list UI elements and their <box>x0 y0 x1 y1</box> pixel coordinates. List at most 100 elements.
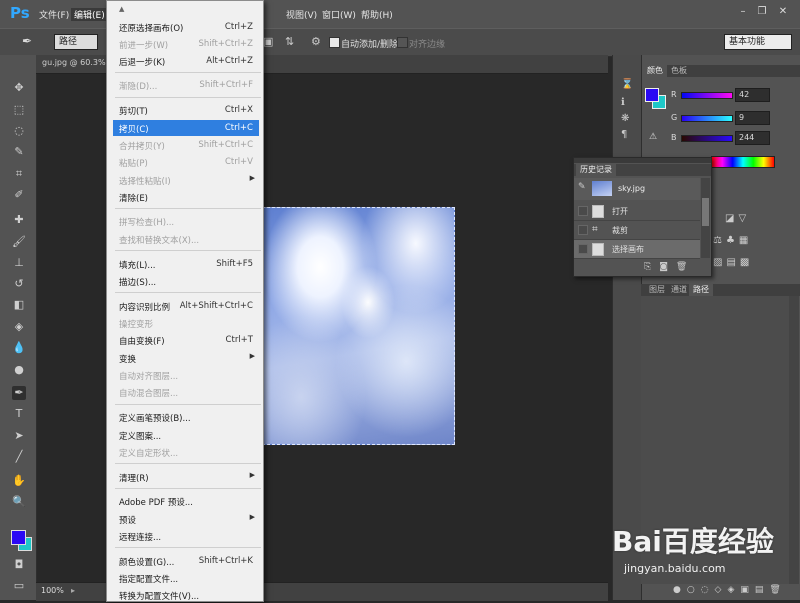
history-step-checkbox[interactable] <box>578 206 588 216</box>
path-ops-icon[interactable]: ▣ <box>263 35 273 48</box>
menu-item-puppet-warp: 操控变形 <box>119 320 154 330</box>
tab-history[interactable]: 历史记录 <box>576 164 616 176</box>
path-arrange-icon[interactable]: ⇅ <box>285 35 294 48</box>
eyedropper-tool-icon[interactable]: ✐ <box>12 188 26 202</box>
history-step-current[interactable]: 选择画布 <box>574 240 700 259</box>
status-arrow-icon[interactable]: ▸ <box>71 586 75 595</box>
history-brush-source-icon[interactable]: ✎ <box>578 182 586 192</box>
menu-scroll-up-icon[interactable]: ▲ <box>119 5 124 13</box>
menu-item-fill[interactable]: 填充(L)... Shift+F5 <box>113 256 259 272</box>
menu-file[interactable]: 文件(F) <box>36 8 72 21</box>
gamut-warning-icon[interactable]: ⚠ <box>649 132 657 142</box>
menu-item-convert-profile[interactable]: 转换为配置文件(V)... <box>113 587 259 603</box>
r-value[interactable]: 42 <box>735 88 770 102</box>
crop-tool-icon[interactable]: ⌗ <box>12 167 26 181</box>
menu-edit[interactable]: 编辑(E) <box>71 8 108 21</box>
menu-separator <box>115 547 261 548</box>
tab-paths[interactable]: 路径 <box>689 284 713 296</box>
healing-tool-icon[interactable]: ✚ <box>12 213 26 227</box>
history-step[interactable]: ⌗ 裁剪 <box>574 221 700 240</box>
menu-item-clear[interactable]: 清除(E) <box>113 189 259 205</box>
history-snapshot-row[interactable]: ✎ sky.jpg <box>574 178 700 200</box>
workspace-select[interactable]: 基本功能 <box>724 34 792 50</box>
history-scrollbar[interactable] <box>701 178 710 258</box>
minimize-icon[interactable]: – <box>736 6 750 18</box>
gear-icon[interactable]: ⚙ <box>311 35 321 48</box>
menu-item-define-pattern[interactable]: 定义图案... <box>113 427 259 443</box>
quick-select-tool-icon[interactable]: ✎ <box>12 145 26 159</box>
tab-channels[interactable]: 通道 <box>667 284 691 296</box>
pen-tool-icon[interactable]: ✒ <box>22 34 32 48</box>
screen-mode-icon[interactable]: ▭ <box>12 579 26 593</box>
menu-item-copy[interactable]: 拷贝(C) Ctrl+C <box>113 120 259 136</box>
dodge-tool-icon[interactable]: ● <box>12 363 26 377</box>
align-edges-checkbox[interactable] <box>397 37 408 48</box>
menu-item-stroke[interactable]: 描边(S)... <box>113 273 259 289</box>
info-panel-icon[interactable]: ℹ <box>621 97 625 108</box>
brush-tool-icon[interactable]: 🖌 <box>12 235 26 249</box>
history-step-checkbox[interactable] <box>578 244 588 254</box>
path-select-icon[interactable]: ➤ <box>12 429 26 443</box>
marquee-tool-icon[interactable]: ⬚ <box>12 103 26 117</box>
menu-item-color-settings[interactable]: 颜色设置(G)... Shift+Ctrl+K <box>113 553 259 569</box>
hand-tool-icon[interactable]: ✋ <box>12 474 26 488</box>
lasso-tool-icon[interactable]: ◌ <box>12 124 26 138</box>
menu-item-transform[interactable]: 变换 ▶ <box>113 350 259 366</box>
menu-help[interactable]: 帮助(H) <box>358 8 396 21</box>
adjustments-row-2[interactable]: ⚖♣▦ <box>713 235 752 246</box>
color-panel-foreground[interactable] <box>645 88 659 102</box>
history-step[interactable]: 打开 <box>574 202 700 221</box>
menu-view[interactable]: 视图(V) <box>283 8 320 21</box>
history-panel-tabbar: 历史记录 <box>574 164 711 176</box>
g-value[interactable]: 9 <box>735 111 770 125</box>
line-tool-icon[interactable]: ╱ <box>12 450 26 464</box>
history-panel-grip[interactable] <box>574 158 711 163</box>
history-scroll-thumb[interactable] <box>702 198 709 226</box>
menu-window[interactable]: 窗口(W) <box>319 8 359 21</box>
tab-swatches[interactable]: 色板 <box>667 65 691 77</box>
b-slider[interactable] <box>681 135 733 142</box>
history-step-checkbox[interactable] <box>578 225 588 235</box>
adjustments-row-3[interactable]: ▨▤▩ <box>713 257 753 268</box>
menu-item-assign-profile[interactable]: 指定配置文件... <box>113 570 259 586</box>
stamp-tool-icon[interactable]: ⊥ <box>12 256 26 270</box>
tab-layers[interactable]: 图层 <box>645 284 669 296</box>
r-slider[interactable] <box>681 92 733 99</box>
b-value[interactable]: 244 <box>735 131 770 145</box>
color-spectrum-ramp[interactable] <box>711 156 775 168</box>
move-tool-icon[interactable]: ✥ <box>12 81 26 95</box>
paragraph-panel-icon[interactable]: ¶ <box>621 129 627 140</box>
path-mode-select[interactable]: 路径 <box>54 34 98 50</box>
menu-item-cut[interactable]: 剪切(T) Ctrl+X <box>113 102 259 118</box>
menu-item-free-transform[interactable]: 自由变换(F) Ctrl+T <box>113 332 259 348</box>
document-canvas-sky-image[interactable] <box>262 207 455 445</box>
menu-item-remote-connections[interactable]: 远程连接... <box>113 528 259 544</box>
type-tool-icon[interactable]: T <box>12 407 26 421</box>
tab-color[interactable]: 颜色 <box>643 65 667 77</box>
watermark-url: jingyan.baidu.com <box>624 562 726 575</box>
adjustments-row-1[interactable]: ◪▽ <box>725 213 750 224</box>
history-footer-icons[interactable]: ⎘◙🗑 <box>644 262 695 272</box>
menu-item-step-backward[interactable]: 后退一步(K) Alt+Ctrl+Z <box>113 53 259 69</box>
brush-panel-icon[interactable]: ❋ <box>621 113 629 124</box>
menu-item-undo[interactable]: 还原选择画布(O) Ctrl+Z <box>113 19 259 35</box>
menu-item-pdf-presets[interactable]: Adobe PDF 预设... <box>113 493 259 509</box>
auto-add-delete-checkbox[interactable] <box>329 37 340 48</box>
eraser-tool-icon[interactable]: ◧ <box>12 298 26 312</box>
maximize-icon[interactable]: ❐ <box>755 6 769 18</box>
close-icon[interactable]: ✕ <box>776 6 790 18</box>
menu-item-presets[interactable]: 预设 ▶ <box>113 511 259 527</box>
g-slider[interactable] <box>681 115 733 122</box>
history-brush-icon[interactable]: ↺ <box>12 277 26 291</box>
paint-bucket-icon[interactable]: ◈ <box>12 320 26 334</box>
history-panel-icon[interactable]: ⌛ <box>621 79 633 90</box>
menu-item-content-aware-scale[interactable]: 内容识别比例 Alt+Shift+Ctrl+C <box>113 298 259 314</box>
foreground-color-fill[interactable] <box>11 530 26 545</box>
zoom-tool-icon[interactable]: 🔍 <box>12 495 26 509</box>
zoom-level[interactable]: 100% <box>41 586 64 595</box>
blur-tool-icon[interactable]: 💧 <box>12 341 26 355</box>
menu-item-define-brush[interactable]: 定义画笔预设(B)... <box>113 409 259 425</box>
pen-tool-icon[interactable]: ✒ <box>12 386 26 400</box>
menu-item-purge[interactable]: 清理(R) ▶ <box>113 469 259 485</box>
quick-mask-icon[interactable]: ◘ <box>12 558 26 572</box>
